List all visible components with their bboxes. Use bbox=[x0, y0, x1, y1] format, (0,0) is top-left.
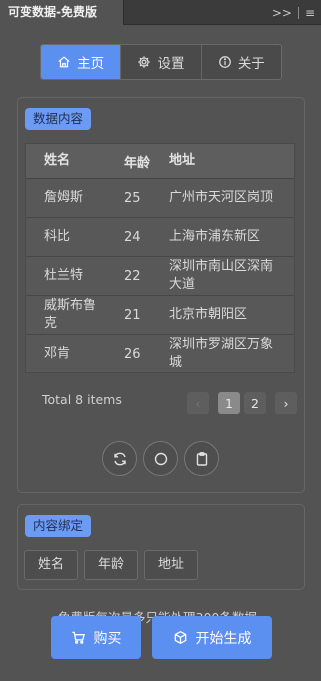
buy-button[interactable]: 购买 bbox=[51, 616, 141, 659]
table-row[interactable]: 詹姆斯 25 广州市天河区岗顶 bbox=[26, 179, 294, 218]
cell-address: 深圳市罗湖区万象城 bbox=[169, 337, 274, 370]
menu-icon[interactable]: ≡ bbox=[305, 6, 315, 20]
buy-label: 购买 bbox=[93, 630, 122, 647]
tab-about-label: 关于 bbox=[237, 56, 265, 72]
panel-tab[interactable]: 可变数据-免费版 bbox=[0, 0, 124, 25]
bind-panel-tag: 内容绑定 bbox=[25, 515, 92, 537]
column-header-name[interactable]: 姓名 bbox=[26, 152, 107, 170]
refresh-button[interactable] bbox=[102, 441, 137, 476]
clipboard-icon bbox=[196, 451, 207, 466]
cell-address: 广州市天河区岗顶 bbox=[169, 190, 274, 205]
data-table: 姓名 年龄 地址 詹姆斯 25 广州市天河区岗顶 科比 24 上海市浦东新区 杜… bbox=[25, 143, 295, 373]
table-row[interactable]: 威斯布鲁克 21 北京市朝阳区 bbox=[26, 296, 294, 335]
circle-button[interactable] bbox=[143, 441, 178, 476]
start-generate-button[interactable]: 开始生成 bbox=[152, 616, 272, 659]
start-generate-label: 开始生成 bbox=[195, 630, 252, 647]
bind-field-address-button[interactable]: 地址 bbox=[144, 550, 199, 580]
gear-icon bbox=[138, 56, 151, 68]
page-button[interactable]: 1 bbox=[218, 392, 240, 414]
bind-field-age-button[interactable]: 年龄 bbox=[84, 550, 139, 580]
tab-about[interactable]: 关于 bbox=[201, 45, 281, 79]
tab-settings-label: 设置 bbox=[157, 56, 185, 72]
column-header-address[interactable]: 地址 bbox=[169, 152, 279, 170]
cell-age: 24 bbox=[124, 229, 141, 245]
cell-address: 北京市朝阳区 bbox=[169, 307, 248, 322]
cell-address: 上海市浦东新区 bbox=[169, 229, 261, 244]
page-button[interactable]: 2 bbox=[244, 392, 266, 414]
circle-icon bbox=[154, 452, 167, 465]
cell-address: 深圳市南山区深南大道 bbox=[169, 259, 274, 292]
tab-settings[interactable]: 设置 bbox=[121, 45, 202, 79]
column-header-age[interactable]: 年龄 bbox=[107, 152, 169, 171]
tab-home[interactable]: 主页 bbox=[41, 45, 122, 79]
total-count: Total 8 items bbox=[42, 392, 122, 407]
cell-name: 詹姆斯 bbox=[44, 190, 84, 205]
table-row[interactable]: 科比 24 上海市浦东新区 bbox=[26, 218, 294, 257]
cell-age: 26 bbox=[124, 346, 141, 362]
bind-field-name-button[interactable]: 姓名 bbox=[24, 550, 79, 580]
title-bar: 可变数据-免费版 >> ≡ bbox=[0, 0, 321, 25]
table-row[interactable]: 杜兰特 22 深圳市南山区深南大道 bbox=[26, 257, 294, 296]
table-header: 姓名 年龄 地址 bbox=[26, 144, 294, 179]
title-bar-controls: >> ≡ bbox=[272, 0, 315, 25]
home-icon bbox=[58, 56, 70, 68]
cell-age: 21 bbox=[124, 307, 141, 323]
prev-page-button[interactable]: ‹ bbox=[187, 392, 209, 414]
cell-name: 科比 bbox=[44, 229, 71, 244]
data-panel: 数据内容 姓名 年龄 地址 詹姆斯 25 广州市天河区岗顶 科比 24 上海市浦… bbox=[17, 97, 305, 493]
bind-panel: 内容绑定 姓名 年龄 地址 bbox=[17, 504, 305, 590]
nav-tabs: 主页 设置 关于 bbox=[40, 44, 282, 80]
cell-age: 25 bbox=[124, 190, 141, 206]
info-icon bbox=[218, 56, 231, 68]
cell-name: 杜兰特 bbox=[44, 268, 84, 283]
cell-name: 威斯布鲁克 bbox=[44, 298, 97, 331]
collapse-icon[interactable]: >> bbox=[272, 6, 292, 20]
refresh-icon bbox=[113, 452, 126, 465]
table-row[interactable]: 邓肯 26 深圳市罗湖区万象城 bbox=[26, 335, 294, 372]
clipboard-button[interactable] bbox=[184, 441, 219, 476]
data-panel-tag: 数据内容 bbox=[25, 108, 92, 130]
divider bbox=[297, 6, 299, 19]
next-page-button[interactable]: › bbox=[275, 392, 297, 414]
tab-home-label: 主页 bbox=[77, 56, 105, 72]
cell-age: 22 bbox=[124, 268, 141, 284]
bind-field-list: 姓名 年龄 地址 bbox=[24, 550, 199, 580]
cube-icon bbox=[174, 630, 186, 645]
cart-icon bbox=[71, 631, 85, 644]
cell-name: 邓肯 bbox=[44, 346, 71, 361]
